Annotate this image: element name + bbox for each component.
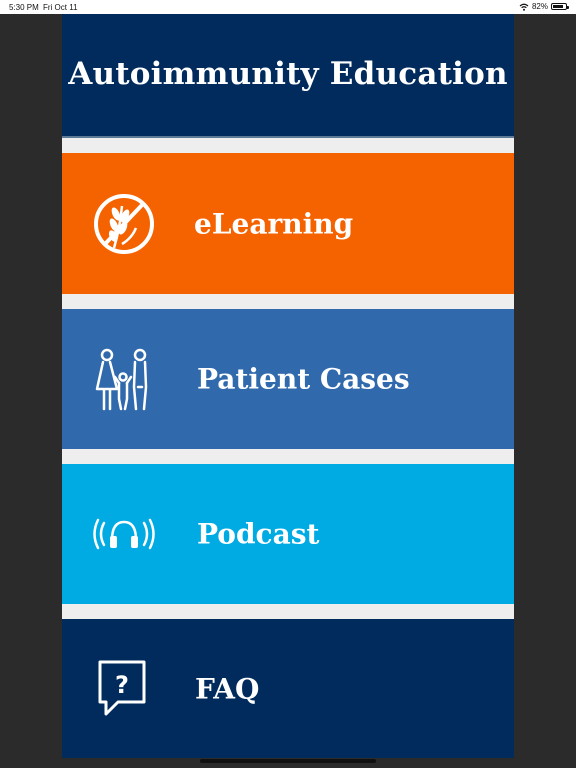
battery-fill xyxy=(553,5,563,8)
menu-item-patient-cases[interactable]: Patient Cases xyxy=(62,309,514,449)
status-right: 82% xyxy=(519,2,569,11)
menu-item-faq[interactable]: ? FAQ xyxy=(62,619,514,758)
family-icon xyxy=(95,348,148,411)
no-gluten-icon xyxy=(94,193,154,254)
home-indicator[interactable] xyxy=(200,759,376,763)
app-header: Autoimmunity Education xyxy=(62,14,514,138)
status-time: 5:30 PM xyxy=(9,3,39,12)
battery-percent: 82% xyxy=(531,2,548,11)
page-title: Autoimmunity Education xyxy=(68,56,508,92)
status-bar: 5:30 PM Fri Oct 11 82% xyxy=(0,0,576,14)
wifi-icon xyxy=(519,3,529,11)
menu-label-faq: FAQ xyxy=(195,672,260,705)
menu-item-elearning[interactable]: eLearning xyxy=(62,153,514,294)
svg-text:?: ? xyxy=(115,671,129,699)
menu-label-elearning: eLearning xyxy=(194,207,354,240)
app-container: Autoimmunity Education eLearning Patient… xyxy=(62,14,514,758)
question-bubble-icon: ? xyxy=(98,660,146,715)
battery-icon xyxy=(551,3,569,10)
headphones-icon xyxy=(93,518,155,550)
menu-item-podcast[interactable]: Podcast xyxy=(62,464,514,604)
status-date: Fri Oct 11 xyxy=(43,3,78,12)
menu-label-patient-cases: Patient Cases xyxy=(197,362,410,396)
menu-label-podcast: Podcast xyxy=(197,517,320,551)
